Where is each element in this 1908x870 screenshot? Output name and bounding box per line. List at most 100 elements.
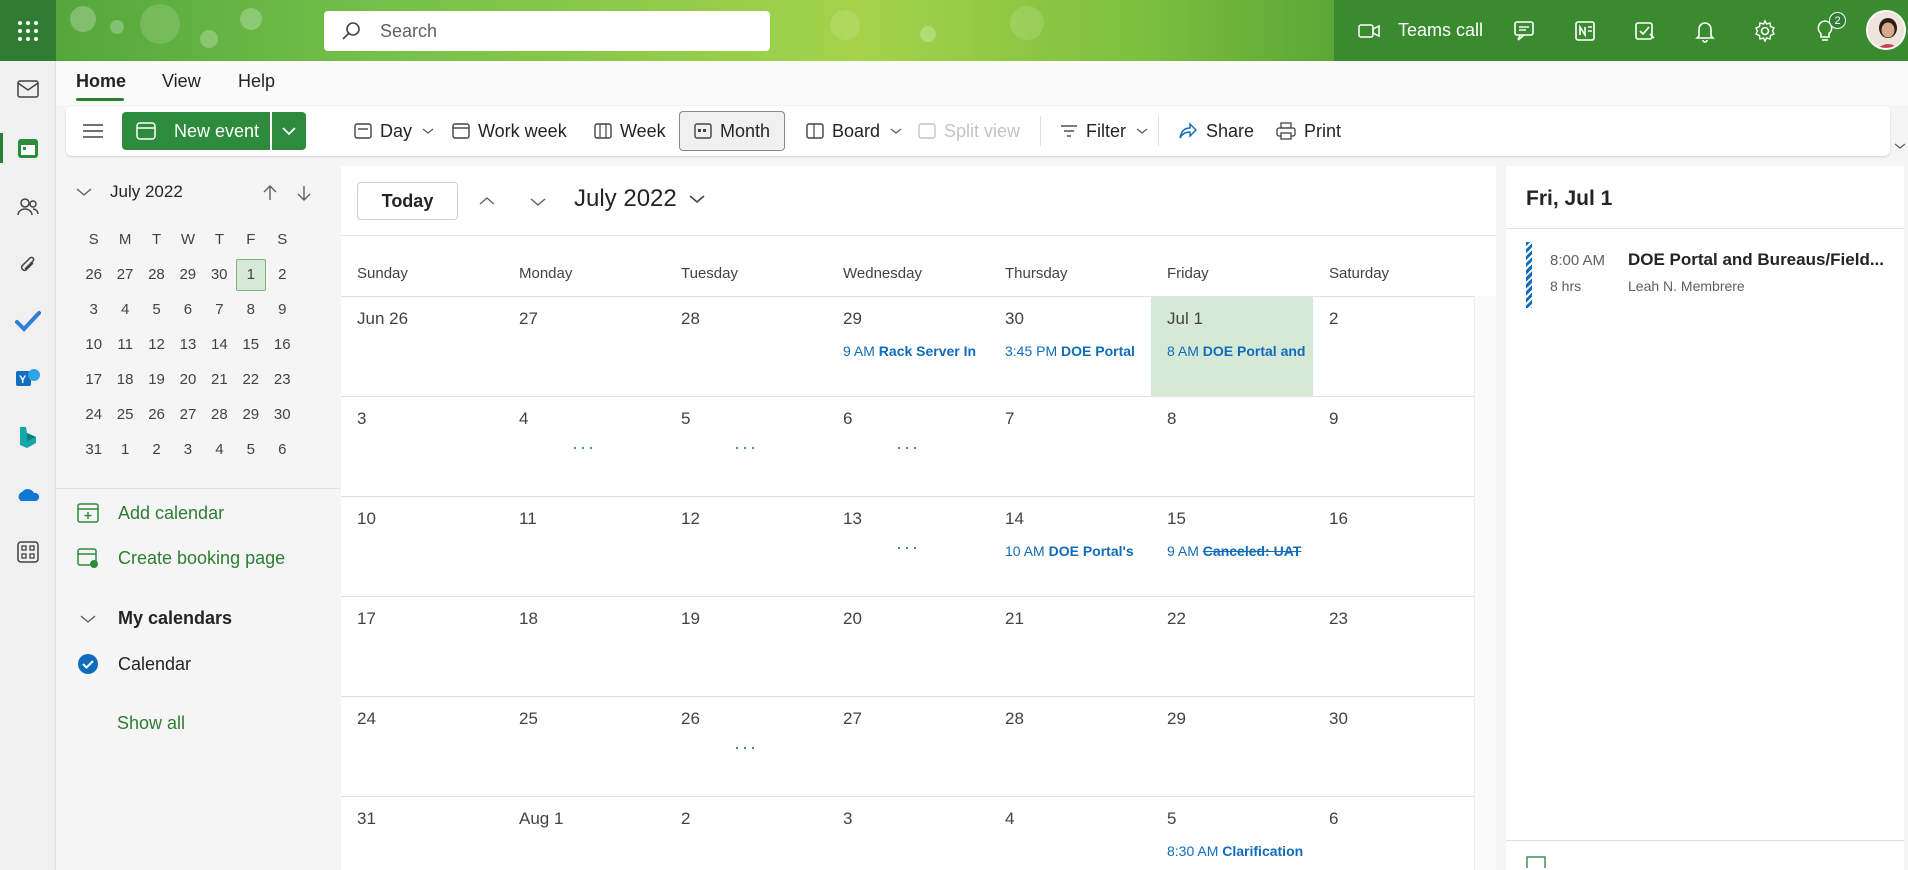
show-all-link[interactable]: Show all xyxy=(117,713,185,734)
day-cell[interactable]: 25 xyxy=(503,697,665,796)
day-view-button[interactable]: Day xyxy=(354,116,434,146)
open-new-icon[interactable] xyxy=(1526,856,1548,868)
mini-calendar-day[interactable]: 2 xyxy=(267,266,298,283)
day-cell[interactable]: 29 xyxy=(1151,697,1313,796)
mini-calendar-day[interactable]: 10 xyxy=(78,336,109,353)
day-cell[interactable]: 6 ··· xyxy=(827,397,989,496)
day-cell[interactable]: 6 xyxy=(1313,797,1475,870)
day-cell[interactable]: 12 xyxy=(665,497,827,596)
mini-calendar-day[interactable]: 4 xyxy=(204,441,235,458)
mini-calendar-day[interactable]: 26 xyxy=(141,406,172,423)
board-view-button[interactable]: Board xyxy=(806,116,902,146)
tab-view[interactable]: View xyxy=(162,71,201,92)
mini-calendar-day[interactable]: 29 xyxy=(172,266,203,283)
work-week-button[interactable]: Work week xyxy=(452,116,567,146)
day-cell[interactable]: 21 xyxy=(989,597,1151,696)
people-app-button[interactable] xyxy=(13,192,43,222)
share-button[interactable]: Share xyxy=(1178,116,1254,146)
mini-calendar-day[interactable]: 4 xyxy=(109,301,140,318)
mini-calendar-day[interactable]: 7 xyxy=(204,301,235,318)
day-cell[interactable]: 24 xyxy=(341,697,503,796)
new-event-dropdown[interactable] xyxy=(272,112,306,150)
day-cell[interactable]: 3 xyxy=(341,397,503,496)
day-cell[interactable]: 23 xyxy=(1313,597,1475,696)
calendar-event[interactable]: 9 AM Canceled: UAT xyxy=(1167,543,1313,559)
mini-calendar-day[interactable]: 25 xyxy=(109,406,140,423)
mini-calendar-day[interactable]: 8 xyxy=(235,301,266,318)
day-cell[interactable]: 4 ··· xyxy=(503,397,665,496)
bookings-app-button[interactable] xyxy=(13,422,43,452)
calendar-event[interactable]: 9 AM Rack Server In xyxy=(843,343,989,359)
day-cell[interactable]: 8 xyxy=(1151,397,1313,496)
onenote-button[interactable] xyxy=(1572,18,1598,44)
more-events-button[interactable]: ··· xyxy=(665,737,827,758)
mini-calendar-day[interactable]: 17 xyxy=(78,371,109,388)
tips-button[interactable]: 2 xyxy=(1812,12,1846,44)
calendar-event[interactable]: 10 AM DOE Portal's xyxy=(1005,543,1151,559)
day-cell[interactable]: 3 xyxy=(827,797,989,870)
day-cell[interactable]: 11 xyxy=(503,497,665,596)
chevron-up-icon[interactable] xyxy=(479,196,495,206)
tab-help[interactable]: Help xyxy=(238,71,275,92)
day-cell[interactable]: 17 xyxy=(341,597,503,696)
day-cell[interactable]: 29 9 AM Rack Server In xyxy=(827,297,989,396)
yammer-app-button[interactable]: Y xyxy=(13,363,43,393)
filter-button[interactable]: Filter xyxy=(1060,116,1148,146)
mini-calendar-day[interactable]: 15 xyxy=(235,336,266,353)
mini-calendar-day[interactable]: 19 xyxy=(141,371,172,388)
split-view-button[interactable]: Split view xyxy=(918,116,1020,146)
ribbon-collapse-icon[interactable] xyxy=(1894,142,1906,150)
add-calendar-link[interactable]: Add calendar xyxy=(76,502,224,524)
day-cell[interactable]: 30 xyxy=(1313,697,1475,796)
day-cell[interactable]: 13 ··· xyxy=(827,497,989,596)
day-cell[interactable]: Jun 26 xyxy=(341,297,503,396)
day-cell[interactable]: 2 xyxy=(1313,297,1475,396)
avatar[interactable] xyxy=(1866,10,1906,50)
day-cell[interactable]: 26 ··· xyxy=(665,697,827,796)
mail-app-button[interactable] xyxy=(13,74,43,104)
mini-calendar-day[interactable]: 1 xyxy=(109,441,140,458)
mini-calendar-day[interactable]: 24 xyxy=(78,406,109,423)
day-cell[interactable]: 30 3:45 PM DOE Portal xyxy=(989,297,1151,396)
day-cell[interactable]: 22 xyxy=(1151,597,1313,696)
day-cell[interactable]: 18 xyxy=(503,597,665,696)
print-button[interactable]: Print xyxy=(1276,116,1341,146)
month-scrollbar[interactable] xyxy=(1474,296,1496,870)
day-cell[interactable]: 10 xyxy=(341,497,503,596)
mini-calendar-day[interactable]: 11 xyxy=(109,336,140,353)
more-events-button[interactable]: ··· xyxy=(827,437,989,458)
month-title[interactable]: July 2022 xyxy=(574,185,705,213)
mini-calendar-day[interactable]: 3 xyxy=(78,301,109,318)
mini-calendar-day[interactable]: 21 xyxy=(204,371,235,388)
day-cell[interactable]: 20 xyxy=(827,597,989,696)
mini-calendar-day[interactable]: 28 xyxy=(204,406,235,423)
mini-calendar-day[interactable]: 2 xyxy=(141,441,172,458)
day-cell[interactable]: 2 xyxy=(665,797,827,870)
day-cell[interactable]: 16 xyxy=(1313,497,1475,596)
mini-calendar-day[interactable]: 5 xyxy=(235,441,266,458)
calendar-event[interactable]: 8 AM DOE Portal and xyxy=(1167,343,1313,359)
day-pane-event[interactable]: 8:00 AM 8 hrs DOE Portal and Bureaus/Fie… xyxy=(1526,242,1896,310)
mini-calendar-day[interactable]: 28 xyxy=(141,266,172,283)
chevron-down-icon[interactable] xyxy=(530,197,546,207)
mini-calendar-day[interactable]: 16 xyxy=(267,336,298,353)
mini-calendar-day[interactable]: 3 xyxy=(172,441,203,458)
calendar-event[interactable]: 3:45 PM DOE Portal xyxy=(1005,343,1151,359)
today-button[interactable]: Today xyxy=(357,182,458,220)
mini-calendar-day[interactable]: 30 xyxy=(267,406,298,423)
mini-calendar-day[interactable]: 22 xyxy=(235,371,266,388)
week-view-button[interactable]: Week xyxy=(594,116,666,146)
day-cell[interactable]: Aug 1 xyxy=(503,797,665,870)
mini-calendar-day[interactable]: 27 xyxy=(109,266,140,283)
mini-calendar-day[interactable]: 29 xyxy=(235,406,266,423)
mini-calendar-day[interactable]: 6 xyxy=(267,441,298,458)
day-cell[interactable]: 28 xyxy=(665,297,827,396)
day-cell[interactable]: 5 8:30 AM Clarification xyxy=(1151,797,1313,870)
mini-calendar-day[interactable]: 18 xyxy=(109,371,140,388)
search-box[interactable]: Search xyxy=(324,11,770,51)
mini-calendar-day[interactable]: 1 xyxy=(235,258,266,291)
mini-calendar-title[interactable]: July 2022 xyxy=(110,182,183,202)
mini-calendar-day[interactable]: 26 xyxy=(78,266,109,283)
my-calendars-group[interactable]: My calendars xyxy=(76,608,232,629)
day-cell[interactable]: Jul 1 8 AM DOE Portal and xyxy=(1151,297,1313,396)
